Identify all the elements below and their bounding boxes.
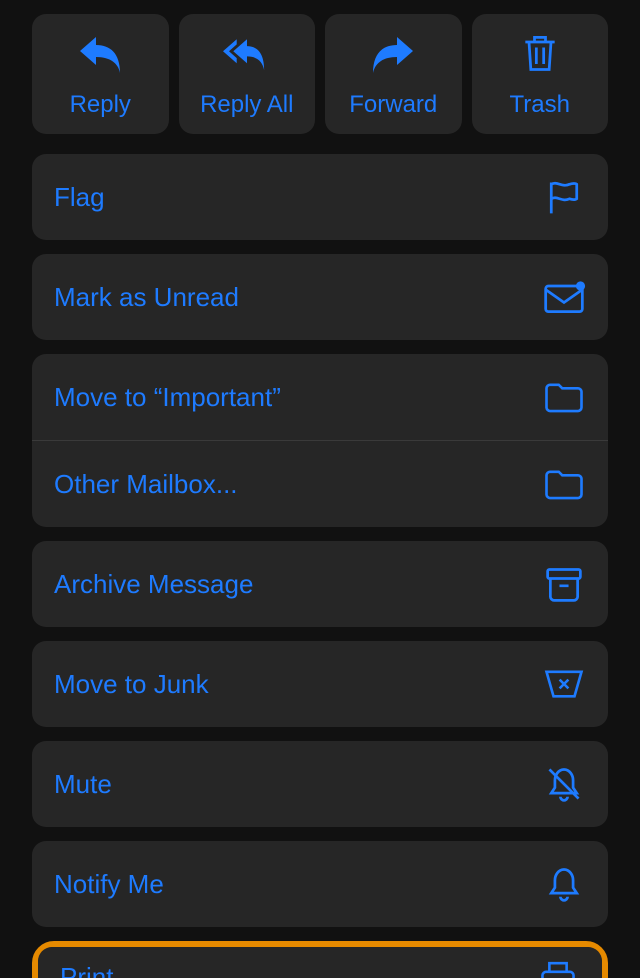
print-highlight: Print [32,941,608,978]
trash-button[interactable]: Trash [472,14,609,134]
other-mailbox-label: Other Mailbox... [54,469,238,500]
archive-label: Archive Message [54,569,253,600]
bell-slash-icon [542,762,586,806]
envelope-unread-icon [542,275,586,319]
mark-unread-label: Mark as Unread [54,282,239,313]
archive-row[interactable]: Archive Message [32,541,608,627]
mark-unread-row[interactable]: Mark as Unread [32,254,608,340]
move-important-label: Move to “Important” [54,382,281,413]
trash-label: Trash [510,91,570,119]
forward-label: Forward [349,91,437,119]
notify-row[interactable]: Notify Me [32,841,608,927]
forward-button[interactable]: Forward [325,14,462,134]
mail-actions-sheet: Reply Reply All Forward [0,0,640,978]
group-flag: Flag [32,154,608,240]
other-mailbox-row[interactable]: Other Mailbox... [32,440,608,527]
reply-icon [76,29,124,77]
reply-all-label: Reply All [200,91,293,119]
group-junk: Move to Junk [32,641,608,727]
group-mute: Mute [32,741,608,827]
move-junk-row[interactable]: Move to Junk [32,641,608,727]
trash-icon [516,29,564,77]
archive-box-icon [542,562,586,606]
print-label: Print [60,962,113,978]
flag-icon [542,175,586,219]
reply-button[interactable]: Reply [32,14,169,134]
bell-icon [542,862,586,906]
group-print: Print [38,947,602,978]
forward-icon [369,29,417,77]
group-mark-unread: Mark as Unread [32,254,608,340]
printer-icon [536,955,580,978]
top-button-row: Reply Reply All Forward [32,14,608,134]
reply-label: Reply [70,91,131,119]
move-important-row[interactable]: Move to “Important” [32,354,608,440]
reply-all-button[interactable]: Reply All [179,14,316,134]
group-archive: Archive Message [32,541,608,627]
notify-label: Notify Me [54,869,164,900]
reply-all-icon [223,29,271,77]
move-junk-label: Move to Junk [54,669,209,700]
junk-bin-icon [542,662,586,706]
mute-row[interactable]: Mute [32,741,608,827]
flag-label: Flag [54,182,105,213]
flag-row[interactable]: Flag [32,154,608,240]
folder-icon [542,462,586,506]
group-move: Move to “Important” Other Mailbox... [32,354,608,527]
print-row[interactable]: Print [38,947,602,978]
group-notify: Notify Me [32,841,608,927]
mute-label: Mute [54,769,112,800]
folder-icon [542,375,586,419]
